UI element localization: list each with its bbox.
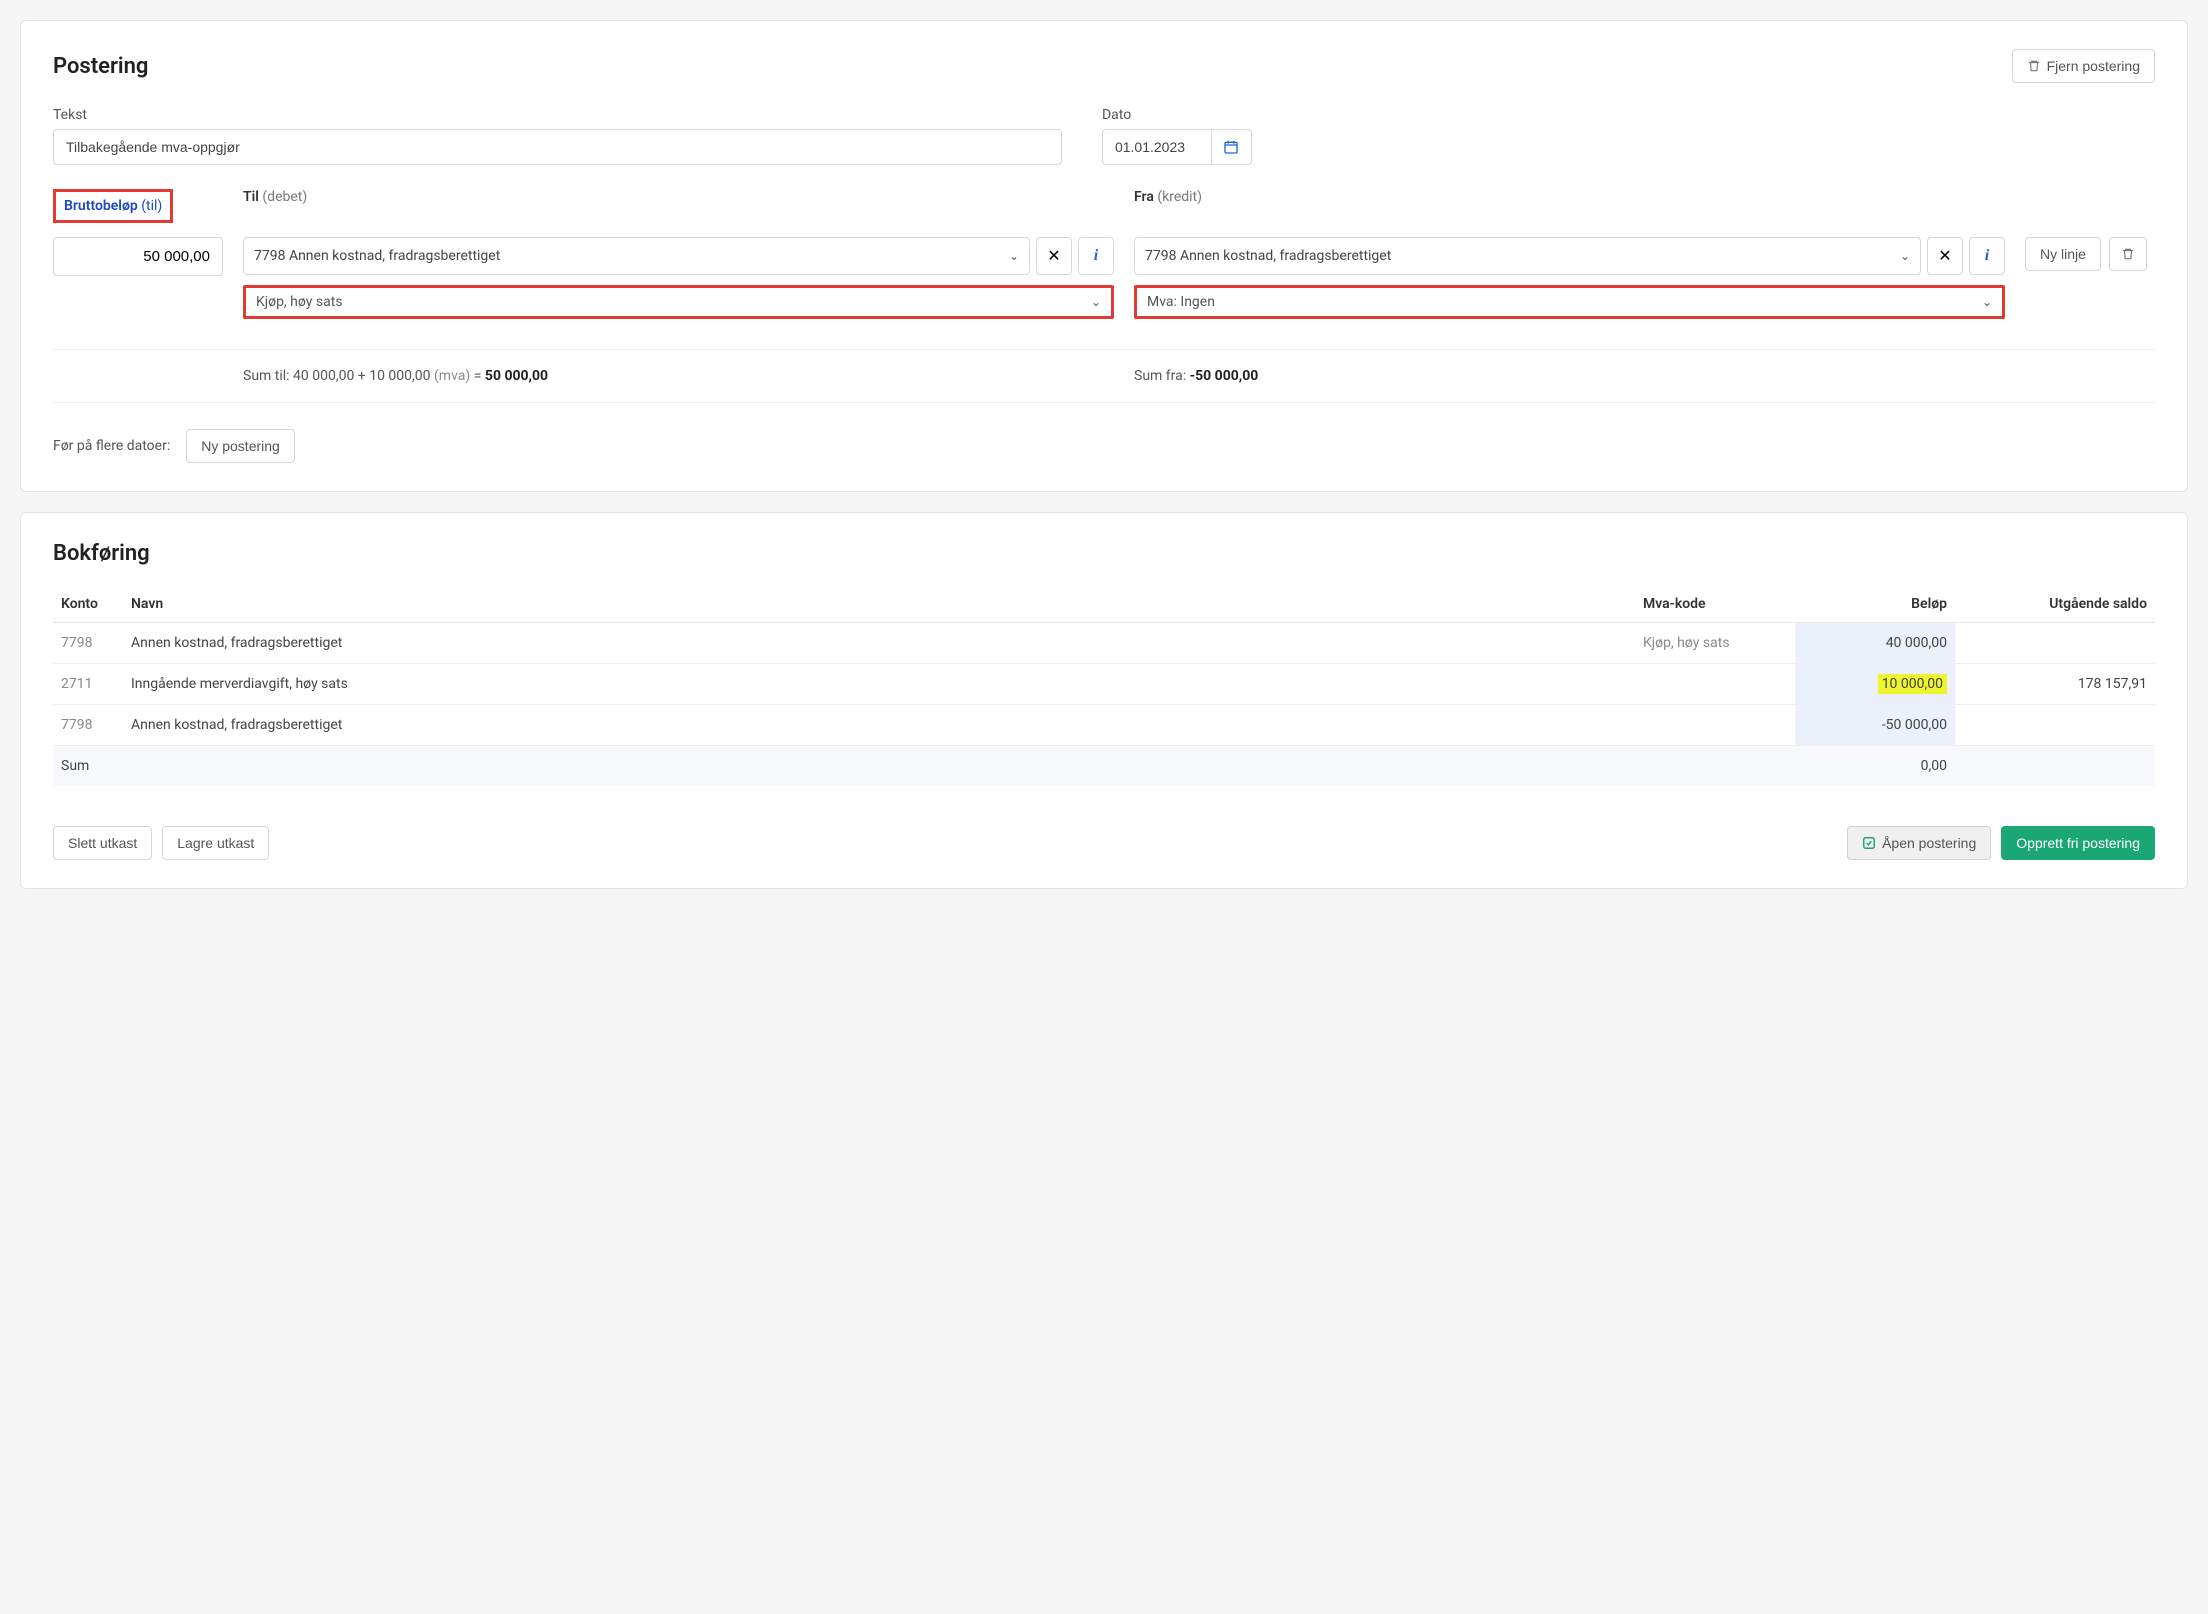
postering-header: Postering Fjern postering: [53, 49, 2155, 83]
til-column-label: Til (debet): [243, 189, 1114, 205]
cell-sum-belop: 0,00: [1795, 746, 1955, 787]
slett-utkast-button[interactable]: Slett utkast: [53, 826, 152, 860]
chevron-down-icon: ⌄: [1900, 249, 1910, 263]
more-dates-row: Før på flere datoer: Ny postering: [53, 429, 2155, 463]
fra-mva-select[interactable]: Mva: Ingen ⌄: [1134, 285, 2005, 319]
posting-columns-header: Bruttobeløp (til) Til (debet) Fra (kredi…: [53, 189, 2155, 223]
trash-icon: [2121, 247, 2135, 261]
nypostering-button[interactable]: Ny postering: [186, 429, 295, 463]
fra-mva-text: Mva: Ingen: [1147, 294, 1215, 310]
check-square-icon: [1862, 836, 1876, 850]
cell-navn: Annen kostnad, fradragsberettiget: [123, 623, 1635, 664]
bokforing-title: Bokføring: [53, 541, 2155, 566]
amount-input[interactable]: [53, 237, 223, 276]
apen-postering-label: Åpen postering: [1882, 835, 1976, 851]
th-saldo: Utgående saldo: [1955, 586, 2155, 623]
cell-navn: Annen kostnad, fradragsberettiget: [123, 705, 1635, 746]
date-picker-button[interactable]: [1212, 129, 1252, 165]
cell-navn: Inngående merverdiavgift, høy sats: [123, 664, 1635, 705]
apen-postering-button[interactable]: Åpen postering: [1847, 826, 1991, 860]
til-account-select[interactable]: 7798 Annen kostnad, fradragsberettiget ⌄: [243, 237, 1030, 275]
remove-postering-button[interactable]: Fjern postering: [2012, 49, 2155, 83]
sum-til: Sum til: 40 000,00 + 10 000,00 (mva) = 5…: [243, 368, 1114, 384]
brutto-label-sub: (til): [141, 198, 162, 214]
cell-belop: 10 000,00: [1795, 664, 1955, 705]
cell-belop: -50 000,00: [1795, 705, 1955, 746]
chevron-down-icon: ⌄: [1091, 295, 1101, 309]
posting-entry-row: 7798 Annen kostnad, fradragsberettiget ⌄…: [53, 237, 2155, 319]
bokforing-table: Konto Navn Mva-kode Beløp Utgående saldo…: [53, 586, 2155, 786]
tekst-input[interactable]: [53, 129, 1062, 165]
fra-column-label: Fra (kredit): [1134, 189, 2005, 205]
til-mva-select[interactable]: Kjøp, høy sats ⌄: [243, 285, 1114, 319]
delete-line-button[interactable]: [2109, 237, 2147, 271]
cell-konto: 2711: [53, 664, 123, 705]
til-mva-text: Kjøp, høy sats: [256, 294, 343, 310]
tekst-dato-row: Tekst Dato: [53, 107, 2155, 165]
table-row: 7798Annen kostnad, fradragsberettigetKjø…: [53, 623, 2155, 664]
tekst-group: Tekst: [53, 107, 1062, 165]
cell-saldo: [1955, 623, 2155, 664]
cell-sum-saldo: [1955, 746, 2155, 787]
postering-card: Postering Fjern postering Tekst Dato Bru…: [20, 20, 2188, 492]
brutto-label-text: Bruttobeløp: [64, 198, 138, 214]
til-column: 7798 Annen kostnad, fradragsberettiget ⌄…: [243, 237, 1114, 319]
th-mva: Mva-kode: [1635, 586, 1795, 623]
bokforing-card: Bokføring Konto Navn Mva-kode Beløp Utgå…: [20, 512, 2188, 889]
remove-postering-label: Fjern postering: [2047, 58, 2140, 74]
fra-account-text: 7798 Annen kostnad, fradragsberettiget: [1145, 248, 1391, 264]
close-icon: ✕: [1047, 246, 1060, 266]
opprett-postering-button[interactable]: Opprett fri postering: [2001, 826, 2155, 860]
dato-input[interactable]: [1102, 129, 1212, 165]
postering-title: Postering: [53, 54, 148, 79]
til-clear-button[interactable]: ✕: [1036, 237, 1072, 275]
th-navn: Navn: [123, 586, 1635, 623]
trash-icon: [2027, 59, 2041, 73]
fra-clear-button[interactable]: ✕: [1927, 237, 1963, 275]
dato-group: Dato: [1102, 107, 1252, 165]
til-info-button[interactable]: i: [1078, 237, 1114, 275]
nylinje-button[interactable]: Ny linje: [2025, 237, 2101, 271]
sum-row: Sum0,00: [53, 746, 2155, 787]
cell-mva: Kjøp, høy sats: [1635, 623, 1795, 664]
sum-row: Sum til: 40 000,00 + 10 000,00 (mva) = 5…: [53, 349, 2155, 403]
th-konto: Konto: [53, 586, 123, 623]
line-actions: Ny linje: [2025, 237, 2155, 271]
th-belop: Beløp: [1795, 586, 1955, 623]
til-account-text: 7798 Annen kostnad, fradragsberettiget: [254, 248, 500, 264]
bottom-actions: Slett utkast Lagre utkast Åpen postering…: [53, 826, 2155, 860]
fra-account-select[interactable]: 7798 Annen kostnad, fradragsberettiget ⌄: [1134, 237, 1921, 275]
cell-sum-label: Sum: [53, 746, 1795, 787]
cell-konto: 7798: [53, 623, 123, 664]
fra-column: 7798 Annen kostnad, fradragsberettiget ⌄…: [1134, 237, 2005, 319]
cell-saldo: [1955, 705, 2155, 746]
info-icon: i: [1985, 247, 1989, 265]
cell-saldo: 178 157,91: [1955, 664, 2155, 705]
brutto-label[interactable]: Bruttobeløp (til): [53, 189, 173, 223]
close-icon: ✕: [1938, 246, 1951, 266]
lagre-utkast-button[interactable]: Lagre utkast: [162, 826, 269, 860]
dato-label: Dato: [1102, 107, 1252, 123]
calendar-icon: [1223, 139, 1239, 155]
cell-konto: 7798: [53, 705, 123, 746]
cell-mva: [1635, 664, 1795, 705]
table-row: 7798Annen kostnad, fradragsberettiget -50…: [53, 705, 2155, 746]
cell-belop: 40 000,00: [1795, 623, 1955, 664]
tekst-label: Tekst: [53, 107, 1062, 123]
more-dates-label: Før på flere datoer:: [53, 438, 170, 454]
chevron-down-icon: ⌄: [1982, 295, 1992, 309]
chevron-down-icon: ⌄: [1009, 249, 1019, 263]
sum-fra: Sum fra: -50 000,00: [1134, 368, 2005, 384]
table-row: 2711Inngående merverdiavgift, høy sats 10…: [53, 664, 2155, 705]
cell-mva: [1635, 705, 1795, 746]
fra-info-button[interactable]: i: [1969, 237, 2005, 275]
info-icon: i: [1094, 247, 1098, 265]
